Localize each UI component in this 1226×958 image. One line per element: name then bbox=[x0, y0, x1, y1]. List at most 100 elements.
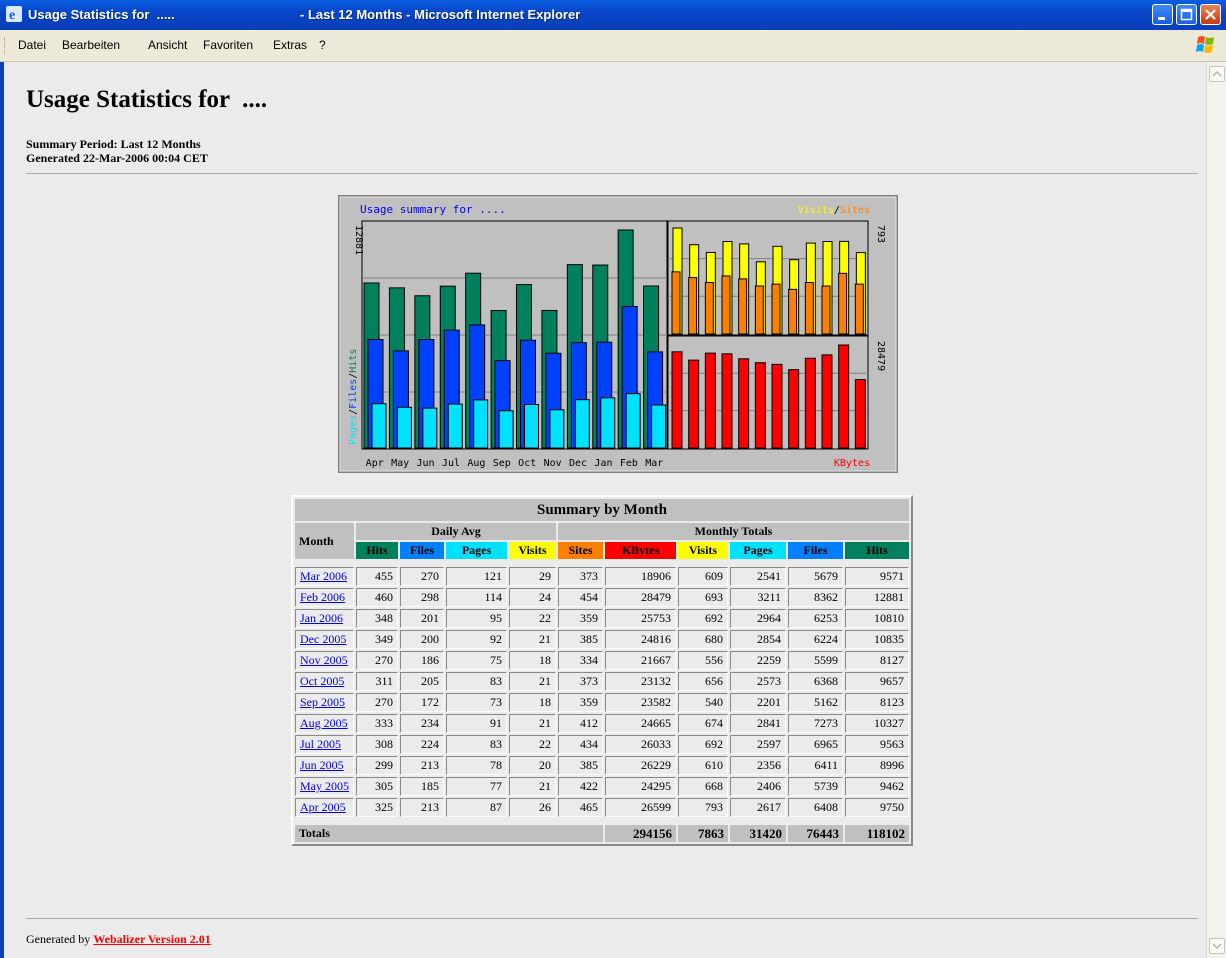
table-cell: 305 bbox=[356, 777, 398, 796]
bar-pages bbox=[447, 403, 463, 449]
table-row: Nov 2005 270 186 75 18 334 21667 556 2259 5599 812… bbox=[295, 651, 909, 670]
bar-sites bbox=[854, 283, 864, 335]
window-titlebar[interactable]: e Usage Statistics for ..... - Last 12 M… bbox=[0, 0, 1226, 30]
table-cell: 693 bbox=[678, 588, 728, 607]
table-row: May 2005 305 185 77 21 422 24295 668 2406 5739 946… bbox=[295, 777, 909, 796]
table-cell: 92 bbox=[446, 630, 507, 649]
menu-bearbeiten[interactable]: Bearbeiten bbox=[62, 38, 120, 52]
month-link[interactable]: Oct 2005 bbox=[300, 674, 344, 688]
minimize-button[interactable] bbox=[1152, 4, 1173, 25]
table-cell: 460 bbox=[356, 588, 398, 607]
visits-sites-legend: Visits/Sites bbox=[798, 205, 870, 216]
table-cell: 373 bbox=[558, 672, 603, 691]
table-cell: 21667 bbox=[605, 651, 676, 670]
menu-ansicht[interactable]: Ansicht bbox=[148, 38, 187, 52]
page-title: Usage Statistics for .... bbox=[26, 86, 268, 113]
table-cell: 75 bbox=[446, 651, 507, 670]
table-cell: 26229 bbox=[605, 756, 676, 775]
bar-kbytes bbox=[671, 351, 683, 449]
month-cell: Feb 2006 bbox=[295, 588, 354, 607]
month-link[interactable]: Jul 2005 bbox=[300, 737, 341, 751]
month-link[interactable]: Feb 2006 bbox=[300, 590, 345, 604]
table-cell: 18 bbox=[509, 693, 556, 712]
x-tick-label: Feb bbox=[620, 458, 638, 469]
menu-bar: Datei Bearbeiten Ansicht Favoriten Extra… bbox=[0, 30, 1226, 62]
menu-favoriten[interactable]: Favoriten bbox=[203, 38, 253, 52]
month-link[interactable]: Mar 2006 bbox=[300, 569, 347, 583]
axis-label-part: Files bbox=[348, 379, 359, 409]
table-cell: 454 bbox=[558, 588, 603, 607]
table-cell: 21 bbox=[509, 714, 556, 733]
table-cell: 2259 bbox=[730, 651, 786, 670]
table-cell: 2201 bbox=[730, 693, 786, 712]
table-cell: 10810 bbox=[845, 609, 909, 628]
x-tick-label: Oct bbox=[518, 458, 536, 469]
table-cell: 91 bbox=[446, 714, 507, 733]
month-link[interactable]: May 2005 bbox=[300, 779, 349, 793]
month-cell: Jul 2005 bbox=[295, 735, 354, 754]
table-cell: 10327 bbox=[845, 714, 909, 733]
window-title-right: - Last 12 Months - Microsoft Internet Ex… bbox=[300, 7, 581, 22]
table-cell: 455 bbox=[356, 567, 398, 586]
x-tick-label: Mar bbox=[645, 458, 663, 469]
x-tick-label: Jul bbox=[442, 458, 460, 469]
table-cell: 77 bbox=[446, 777, 507, 796]
month-link[interactable]: Apr 2005 bbox=[300, 800, 346, 814]
table-cell: 22 bbox=[509, 609, 556, 628]
table-cell: 24295 bbox=[605, 777, 676, 796]
table-cell: 23582 bbox=[605, 693, 676, 712]
kbytes-legend: KBytes bbox=[834, 458, 870, 469]
generated-date: Generated 22-Mar-2006 00:04 CET bbox=[26, 151, 208, 165]
menu-extras[interactable]: Extras bbox=[273, 38, 307, 52]
bar-pages bbox=[549, 409, 565, 449]
close-button[interactable] bbox=[1200, 4, 1221, 25]
bar-sites bbox=[671, 271, 681, 335]
month-link[interactable]: Nov 2005 bbox=[300, 653, 348, 667]
table-cell: 3211 bbox=[730, 588, 786, 607]
col-monthly-kbytes: KBytes bbox=[605, 542, 676, 559]
bar-pages bbox=[473, 399, 489, 449]
month-link[interactable]: Jun 2005 bbox=[300, 758, 344, 772]
toolbar-grip[interactable] bbox=[4, 38, 8, 54]
month-link[interactable]: Dec 2005 bbox=[300, 632, 346, 646]
table-cell: 201 bbox=[400, 609, 444, 628]
month-link[interactable]: Jan 2006 bbox=[300, 611, 343, 625]
table-cell: 95 bbox=[446, 609, 507, 628]
table-cell: 680 bbox=[678, 630, 728, 649]
menu-help[interactable]: ? bbox=[319, 38, 326, 52]
table-cell: 73 bbox=[446, 693, 507, 712]
menu-datei[interactable]: Datei bbox=[18, 38, 46, 52]
usage-chart: Usage summary for .... Apr May Jun Jul Aug Sep… bbox=[338, 195, 898, 478]
table-cell: 185 bbox=[400, 777, 444, 796]
maximize-button[interactable] bbox=[1176, 4, 1197, 25]
table-cell: 25753 bbox=[605, 609, 676, 628]
page-viewport: Usage Statistics for .... Summary Period… bbox=[4, 62, 1206, 958]
webalizer-link[interactable]: Webalizer Version 2.01 bbox=[93, 932, 210, 946]
table-cell: 334 bbox=[558, 651, 603, 670]
table-cell: 172 bbox=[400, 693, 444, 712]
vertical-scrollbar[interactable] bbox=[1206, 62, 1226, 958]
table-row: Jul 2005 308 224 83 22 434 26033 692 2597 6965 956… bbox=[295, 735, 909, 754]
table-cell: 412 bbox=[558, 714, 603, 733]
col-monthly-sites: Sites bbox=[558, 542, 603, 559]
bar-sites bbox=[838, 272, 848, 335]
month-link[interactable]: Sep 2005 bbox=[300, 695, 345, 709]
scroll-down-button[interactable] bbox=[1209, 938, 1225, 954]
scroll-up-button[interactable] bbox=[1209, 66, 1225, 82]
table-cell: 359 bbox=[558, 609, 603, 628]
table-cell: 656 bbox=[678, 672, 728, 691]
month-link[interactable]: Aug 2005 bbox=[300, 716, 348, 730]
windows-logo-icon bbox=[1196, 36, 1214, 53]
table-cell: 6411 bbox=[788, 756, 843, 775]
table-cell: 21 bbox=[509, 672, 556, 691]
table-cell: 348 bbox=[356, 609, 398, 628]
table-cell: 2964 bbox=[730, 609, 786, 628]
table-cell: 20 bbox=[509, 756, 556, 775]
table-cell: 213 bbox=[400, 756, 444, 775]
bar-sites bbox=[804, 282, 814, 335]
table-cell: 5679 bbox=[788, 567, 843, 586]
total-pages: 31420 bbox=[730, 825, 786, 842]
table-cell: 299 bbox=[356, 756, 398, 775]
bar-kbytes bbox=[771, 363, 783, 449]
page-meta: Summary Period: Last 12 Months Generated… bbox=[26, 137, 208, 165]
